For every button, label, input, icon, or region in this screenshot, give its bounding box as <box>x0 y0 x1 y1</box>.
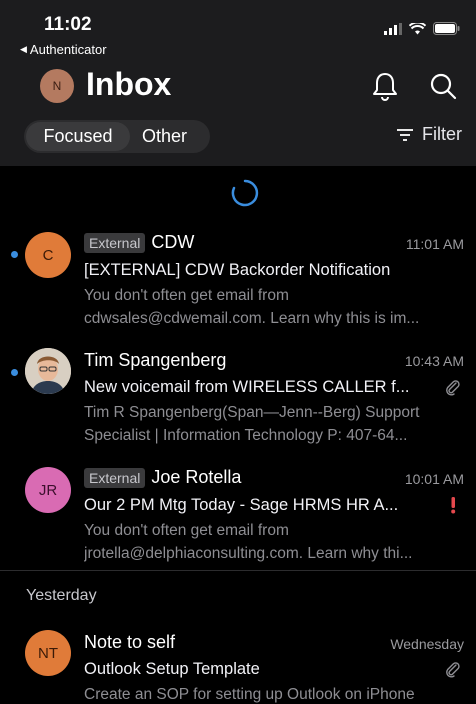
cellular-signal-icon <box>384 22 402 35</box>
back-to-app-link[interactable]: ◀ Authenticator <box>20 42 107 57</box>
sender-line: External Joe Rotella <box>84 467 241 488</box>
message-preview: Tim R Spangenberg(Span—Jenn--Berg) Suppo… <box>84 401 464 447</box>
sender-name: Note to self <box>84 632 176 652</box>
unread-indicator <box>11 251 18 258</box>
message-row[interactable]: C External CDW 11:01 AM [EXTERNAL] CDW B… <box>0 225 476 337</box>
filter-button[interactable]: Filter <box>396 124 462 145</box>
preview-line: You don't often get email from <box>84 287 289 304</box>
message-subject: [EXTERNAL] CDW Backorder Notification <box>84 261 391 279</box>
person-photo-icon <box>25 348 71 394</box>
message-subject: New voicemail from WIRELESS CALLER f... <box>84 378 410 396</box>
filter-label: Filter <box>422 124 462 144</box>
sender-avatar: NT <box>25 630 71 676</box>
external-tag: External <box>84 467 146 488</box>
wifi-icon <box>409 22 426 34</box>
message-row[interactable]: NT Note to self Wednesday Outlook Setup … <box>0 627 476 704</box>
status-icons <box>384 22 460 35</box>
high-importance-icon <box>451 497 456 514</box>
message-time: 11:01 AM <box>405 236 464 252</box>
app-header: 11:02 ◀ Authenticator N Inbox Focused Ot… <box>0 0 476 166</box>
message-preview: You don't often get email from cdwsales@… <box>84 284 464 330</box>
sender-name: Joe Rotella <box>151 467 242 487</box>
preview-line: You don't often get email from <box>84 522 289 539</box>
external-tag: External <box>84 232 146 253</box>
message-time: 10:01 AM <box>404 471 464 487</box>
status-time: 11:02 <box>44 14 92 35</box>
tab-focused[interactable]: Focused <box>26 122 130 151</box>
message-preview: You don't often get email from jrotella@… <box>84 519 464 565</box>
account-avatar[interactable]: N <box>40 69 74 103</box>
preview-line: Create an SOP for setting up Outlook on … <box>84 686 415 703</box>
message-subject: Our 2 PM Mtg Today - Sage HRMS HR A... <box>84 496 399 514</box>
message-subject: Outlook Setup Template <box>84 660 260 678</box>
message-preview: Create an SOP for setting up Outlook on … <box>84 683 464 704</box>
bell-icon[interactable] <box>370 70 400 102</box>
sender-line: External CDW <box>84 232 194 253</box>
preview-line: jrotella@delphiaconsulting.com. Learn wh… <box>84 545 413 562</box>
preview-line: Specialist | Information Technology P: 4… <box>84 427 408 444</box>
message-time: 10:43 AM <box>404 353 464 369</box>
unread-indicator <box>11 369 18 376</box>
page-title: Inbox <box>86 66 172 102</box>
inbox-segmented-control: Focused Other <box>24 120 210 153</box>
battery-icon <box>433 22 460 35</box>
back-app-label: Authenticator <box>29 42 107 57</box>
sender-avatar: JR <box>25 467 71 513</box>
attachment-icon <box>446 662 460 678</box>
preview-line: Tim R Spangenberg(Span—Jenn--Berg) Suppo… <box>84 404 420 421</box>
message-time: Wednesday <box>390 636 464 652</box>
back-triangle-icon: ◀ <box>20 44 27 54</box>
preview-line: cdwsales@cdwemail.com. Learn why this is… <box>84 310 420 327</box>
sender-name: Tim Spangenberg <box>84 350 227 370</box>
search-icon[interactable] <box>428 70 458 102</box>
message-row[interactable]: JR External Joe Rotella 10:01 AM Our 2 P… <box>0 462 476 568</box>
attachment-icon <box>446 380 460 396</box>
tab-other[interactable]: Other <box>142 120 187 153</box>
sender-avatar-photo <box>25 348 71 394</box>
section-header-yesterday: Yesterday <box>26 587 97 604</box>
loading-spinner-icon <box>231 179 259 207</box>
filter-icon <box>397 128 413 141</box>
sender-name: CDW <box>151 232 195 252</box>
message-row[interactable]: Tim Spangenberg 10:43 AM New voicemail f… <box>0 345 476 457</box>
sender-line: Note to self <box>84 632 175 653</box>
sender-avatar: C <box>25 232 71 278</box>
sender-line: Tim Spangenberg <box>84 350 226 371</box>
section-divider <box>0 570 476 571</box>
